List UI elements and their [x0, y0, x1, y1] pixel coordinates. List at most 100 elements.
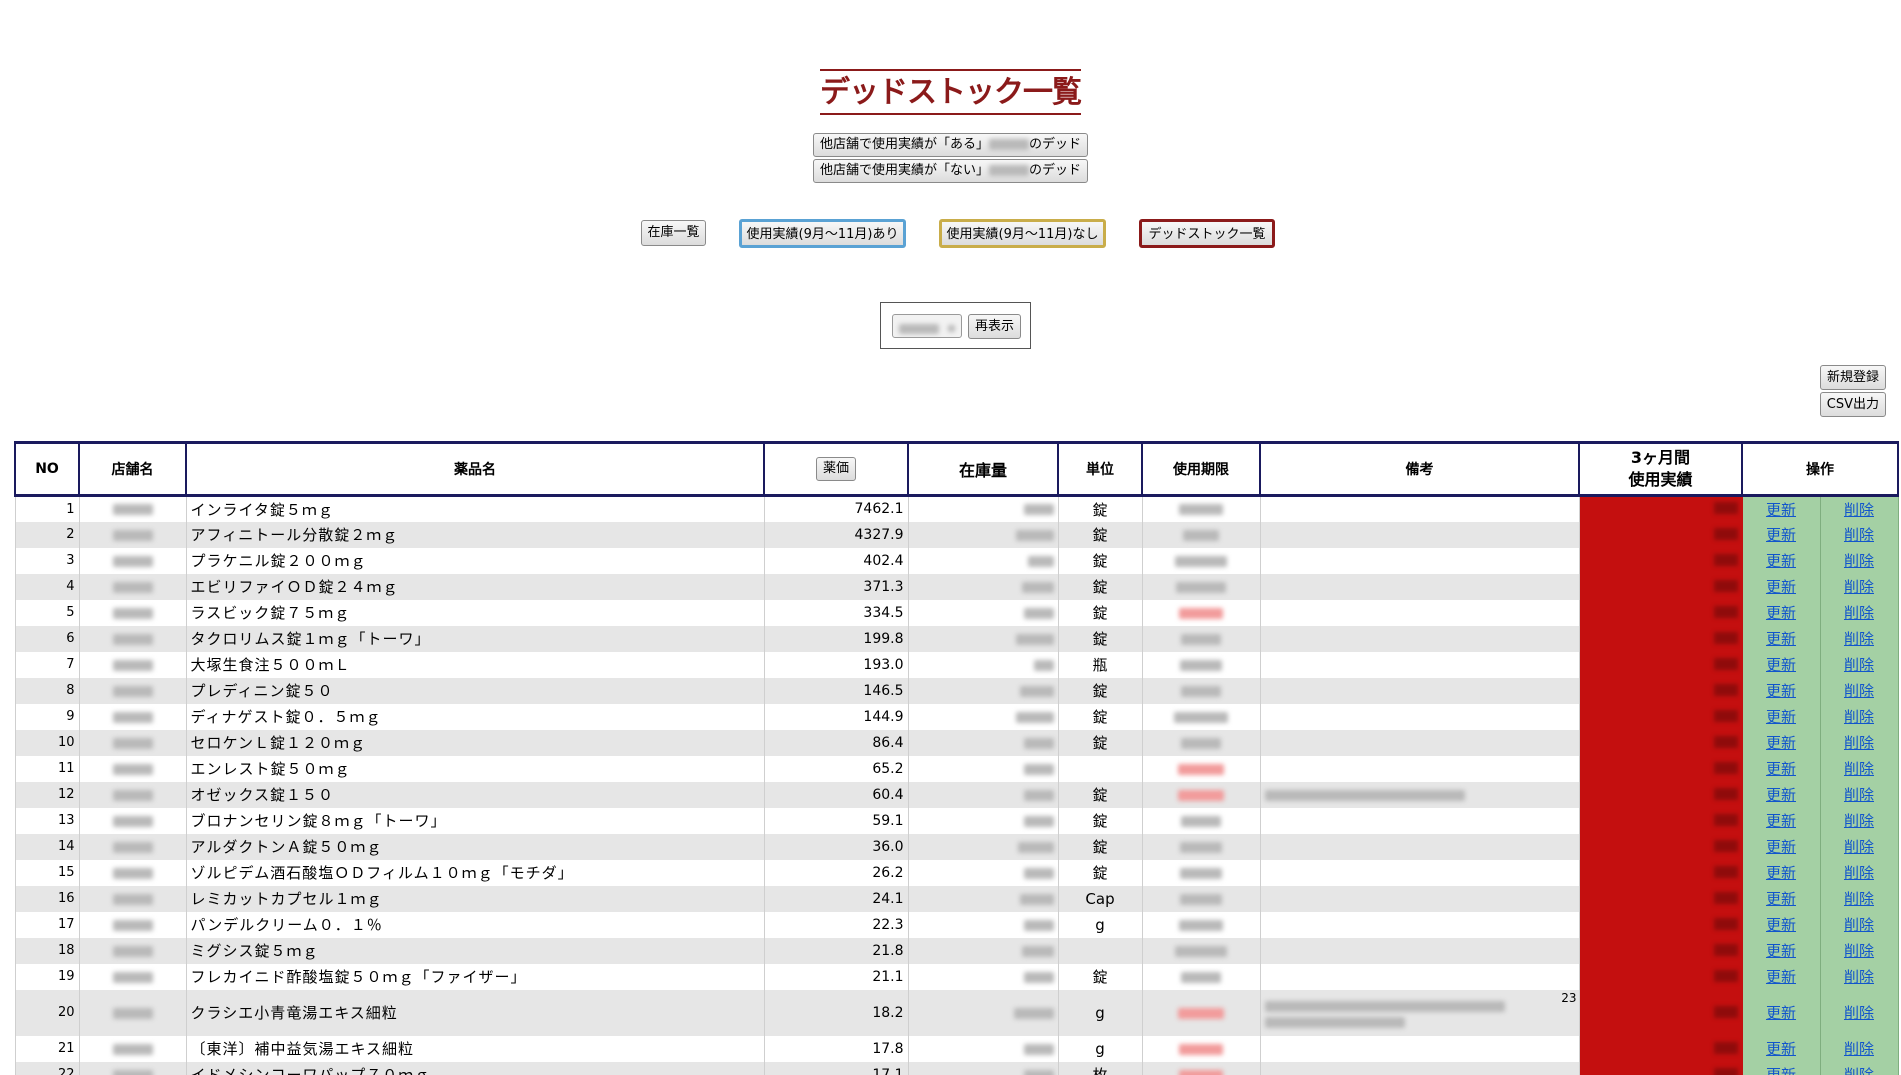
row-update-link[interactable]: 更新: [1766, 1004, 1796, 1022]
row-no: 15: [14, 859, 80, 886]
row-delete-cell: 削除: [1819, 625, 1899, 652]
row-delete-link[interactable]: 削除: [1844, 838, 1874, 856]
row-expiry: [1141, 547, 1261, 574]
stock-list-button[interactable]: 在庫一覧: [641, 220, 706, 246]
row-delete-link[interactable]: 削除: [1844, 501, 1874, 519]
row-qty: [907, 703, 1059, 730]
row-store: [78, 599, 187, 626]
csv-export-button[interactable]: CSV出力: [1819, 392, 1886, 417]
row-delete-link[interactable]: 削除: [1844, 1040, 1874, 1058]
row-expiry: [1141, 625, 1261, 652]
action-buttons: 新規登録 CSV出力: [1819, 365, 1886, 419]
row-usage: [1578, 521, 1743, 548]
row-delete-link[interactable]: 削除: [1844, 578, 1874, 596]
row-update-link[interactable]: 更新: [1766, 656, 1796, 674]
table-row: 16 レミカットカプセル１ｍｇ 24.1 Cap 更新 削除: [14, 885, 1899, 912]
redacted-qty: [1023, 607, 1054, 619]
row-qty: [907, 911, 1059, 938]
row-update-link[interactable]: 更新: [1766, 1040, 1796, 1058]
row-update-cell: 更新: [1741, 989, 1821, 1036]
row-store: [78, 1035, 187, 1062]
row-unit: g: [1057, 911, 1143, 938]
row-qty: [907, 625, 1059, 652]
redacted-store-name: [899, 323, 939, 334]
row-delete-link[interactable]: 削除: [1844, 1066, 1874, 1075]
row-update-link[interactable]: 更新: [1766, 552, 1796, 570]
dead-stock-button[interactable]: デッドストック一覧: [1139, 219, 1275, 248]
row-update-link[interactable]: 更新: [1766, 682, 1796, 700]
redacted-qty: [1019, 893, 1054, 905]
redacted-qty: [1015, 529, 1054, 541]
other-store-used-button[interactable]: 他店舗で使用実績が「ある」 のデッド: [812, 133, 1089, 157]
redacted-store-name: [112, 971, 153, 983]
row-update-link[interactable]: 更新: [1766, 916, 1796, 934]
row-price: 18.2: [763, 989, 909, 1036]
row-update-link[interactable]: 更新: [1766, 1066, 1796, 1075]
row-delete-link[interactable]: 削除: [1844, 656, 1874, 674]
row-store: [78, 937, 187, 964]
row-update-link[interactable]: 更新: [1766, 526, 1796, 544]
row-delete-link[interactable]: 削除: [1844, 734, 1874, 752]
row-delete-link[interactable]: 削除: [1844, 916, 1874, 934]
row-update-link[interactable]: 更新: [1766, 890, 1796, 908]
redacted-usage: [1713, 969, 1738, 982]
row-update-link[interactable]: 更新: [1766, 968, 1796, 986]
row-update-link[interactable]: 更新: [1766, 838, 1796, 856]
row-update-link[interactable]: 更新: [1766, 734, 1796, 752]
row-unit: [1057, 937, 1143, 964]
used-filter-button[interactable]: 使用実績(9月～11月)あり: [739, 219, 906, 248]
row-delete-link[interactable]: 削除: [1844, 942, 1874, 960]
row-delete-link[interactable]: 削除: [1844, 708, 1874, 726]
row-unit: 錠: [1057, 703, 1143, 730]
row-qty: [907, 833, 1059, 860]
row-update-link[interactable]: 更新: [1766, 501, 1796, 519]
row-delete-cell: 削除: [1819, 1035, 1899, 1062]
store-select[interactable]: [892, 314, 962, 338]
row-drug-name: ラスビック錠７５ｍｇ: [185, 599, 765, 626]
row-update-link[interactable]: 更新: [1766, 812, 1796, 830]
row-unit: 錠: [1057, 521, 1143, 548]
new-register-button[interactable]: 新規登録: [1819, 365, 1886, 390]
row-update-link[interactable]: 更新: [1766, 708, 1796, 726]
unused-filter-button[interactable]: 使用実績(9月～11月)なし: [939, 219, 1106, 248]
row-delete-link[interactable]: 削除: [1844, 682, 1874, 700]
row-delete-link[interactable]: 削除: [1844, 812, 1874, 830]
row-delete-link[interactable]: 削除: [1844, 890, 1874, 908]
row-update-link[interactable]: 更新: [1766, 864, 1796, 882]
redacted-qty: [1019, 685, 1054, 697]
row-delete-link[interactable]: 削除: [1844, 968, 1874, 986]
nav-row: 在庫一覧 使用実績(9月～11月)あり 使用実績(9月～11月)なし デッドスト…: [0, 219, 1901, 249]
row-no: 2: [14, 521, 80, 548]
other-store-unused-button[interactable]: 他店舗で使用実績が「ない」 のデッド: [812, 159, 1089, 183]
refresh-button[interactable]: 再表示: [968, 314, 1022, 339]
row-delete-link[interactable]: 削除: [1844, 526, 1874, 544]
row-update-cell: 更新: [1741, 911, 1821, 938]
row-update-link[interactable]: 更新: [1766, 604, 1796, 622]
row-update-link[interactable]: 更新: [1766, 942, 1796, 960]
row-update-link[interactable]: 更新: [1766, 630, 1796, 648]
row-update-link[interactable]: 更新: [1766, 786, 1796, 804]
row-update-link[interactable]: 更新: [1766, 578, 1796, 596]
row-delete-link[interactable]: 削除: [1844, 760, 1874, 778]
row-delete-link[interactable]: 削除: [1844, 552, 1874, 570]
row-delete-link[interactable]: 削除: [1844, 864, 1874, 882]
row-price: 59.1: [763, 807, 909, 834]
row-unit: 錠: [1057, 963, 1143, 990]
row-unit: 錠: [1057, 781, 1143, 808]
row-update-cell: 更新: [1741, 573, 1821, 600]
row-delete-link[interactable]: 削除: [1844, 604, 1874, 622]
redacted-usage: [1713, 579, 1738, 592]
table-row: 8 プレディニン錠５０ 146.5 錠 更新 削除: [14, 677, 1899, 704]
row-drug-name: プレディニン錠５０: [185, 677, 765, 704]
row-qty: [907, 677, 1059, 704]
row-expiry: [1141, 911, 1261, 938]
redacted-expiry: [1178, 763, 1224, 775]
row-drug-name: インライタ錠５ｍｇ: [185, 495, 765, 522]
row-unit: g: [1057, 1035, 1143, 1062]
row-delete-link[interactable]: 削除: [1844, 786, 1874, 804]
sort-price-button[interactable]: 薬価: [815, 457, 856, 481]
row-delete-link[interactable]: 削除: [1844, 630, 1874, 648]
row-qty: [907, 495, 1059, 522]
row-delete-link[interactable]: 削除: [1844, 1004, 1874, 1022]
row-update-link[interactable]: 更新: [1766, 760, 1796, 778]
